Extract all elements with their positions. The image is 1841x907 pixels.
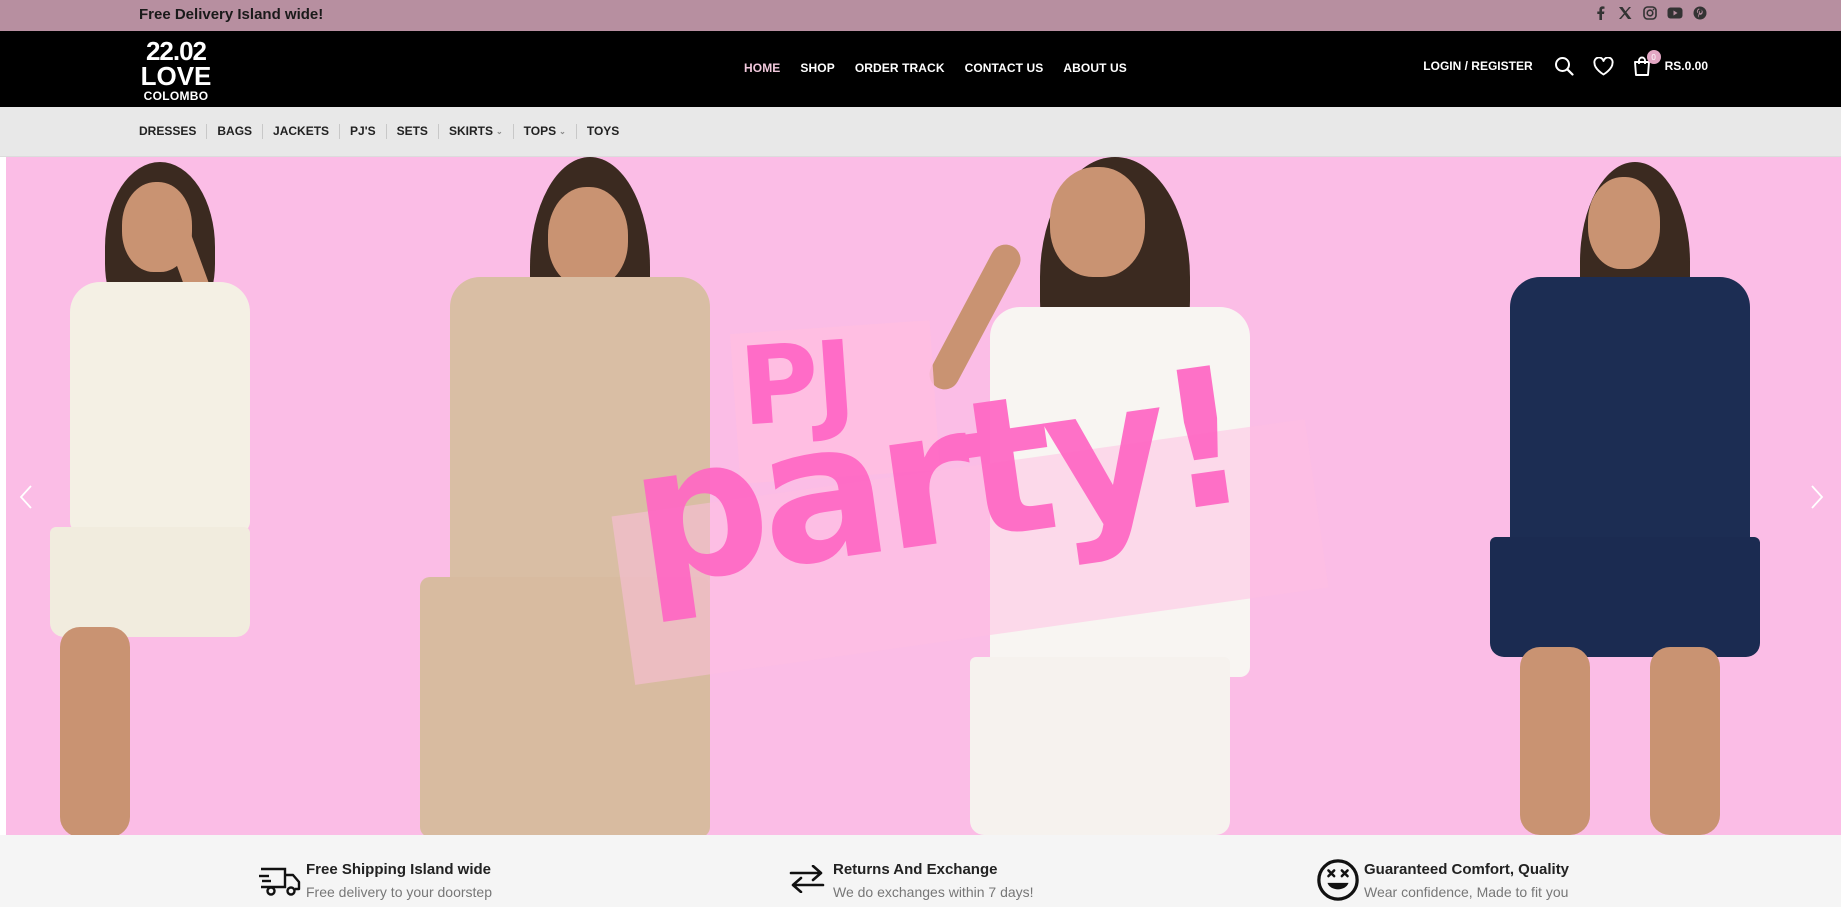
category-label: BAGS bbox=[217, 124, 253, 138]
category-label: DRESSES bbox=[139, 124, 197, 138]
nav-shop[interactable]: SHOP bbox=[800, 61, 834, 75]
x-icon[interactable] bbox=[1617, 5, 1633, 21]
slider-next-arrow[interactable] bbox=[1805, 482, 1829, 512]
main-navigation: HOME SHOP ORDER TRACK CONTACT US ABOUT U… bbox=[744, 61, 1127, 75]
category-bar: DRESSES BAGS JACKETS PJ'S SETS SKIRTS ⌄ T… bbox=[0, 107, 1841, 157]
feature-free-shipping: Free Shipping Island wide Free delivery … bbox=[258, 861, 492, 907]
category-label: SETS bbox=[396, 124, 428, 138]
feature-guaranteed-comfort: Guaranteed Comfort, Quality Wear confide… bbox=[1316, 859, 1570, 901]
chevron-down-icon: ⌄ bbox=[559, 127, 566, 136]
pinterest-icon[interactable] bbox=[1692, 5, 1708, 21]
search-icon[interactable] bbox=[1553, 55, 1575, 77]
nav-order-track[interactable]: ORDER TRACK bbox=[855, 61, 945, 75]
exchange-arrows-icon bbox=[785, 865, 829, 907]
feature-desc: We do exchanges within 7 days! bbox=[833, 884, 1034, 900]
cart-button[interactable]: 0 RS.0.00 bbox=[1633, 50, 1708, 76]
slider-edge bbox=[0, 157, 6, 835]
category-label: JACKETS bbox=[273, 124, 330, 138]
chevron-down-icon: ⌄ bbox=[495, 127, 503, 136]
category-jackets[interactable]: JACKETS bbox=[262, 124, 339, 139]
feature-title: Returns And Exchange bbox=[833, 861, 998, 878]
category-skirts[interactable]: SKIRTS ⌄ bbox=[437, 124, 513, 139]
feature-desc: Free delivery to your doorstep bbox=[306, 884, 492, 900]
category-toys[interactable]: TOYS bbox=[575, 124, 629, 139]
delivery-truck-icon bbox=[258, 865, 302, 907]
feature-desc: Wear confidence, Made to fit you bbox=[1364, 884, 1569, 900]
cart-total: RS.0.00 bbox=[1664, 59, 1708, 73]
facebook-icon[interactable] bbox=[1592, 5, 1608, 21]
hero-model-4 bbox=[1470, 157, 1770, 835]
login-register-link[interactable]: LOGIN / REGISTER bbox=[1423, 59, 1532, 73]
wishlist-heart-icon[interactable] bbox=[1593, 55, 1615, 77]
hero-model-1 bbox=[30, 157, 260, 835]
category-label: SKIRTS bbox=[448, 124, 493, 138]
social-links bbox=[1592, 5, 1708, 21]
main-header: 22.02 LOVE COLOMBO HOME SHOP ORDER TRACK… bbox=[0, 31, 1841, 107]
free-delivery-promo: Free Delivery Island wide! bbox=[139, 6, 324, 23]
nav-contact-us[interactable]: CONTACT US bbox=[965, 61, 1044, 75]
slider-prev-arrow[interactable] bbox=[14, 482, 38, 512]
category-list: DRESSES BAGS JACKETS PJ'S SETS SKIRTS ⌄ T… bbox=[139, 124, 629, 139]
category-label: PJ'S bbox=[350, 124, 376, 138]
nav-home[interactable]: HOME bbox=[744, 61, 780, 75]
hero-slider[interactable]: PJ party! bbox=[0, 157, 1841, 835]
category-tops[interactable]: TOPS ⌄ bbox=[512, 124, 576, 139]
top-announcement-bar: Free Delivery Island wide! bbox=[0, 0, 1841, 31]
smiley-face-icon bbox=[1316, 857, 1360, 901]
category-bags[interactable]: BAGS bbox=[206, 124, 262, 139]
cart-count-badge: 0 bbox=[1646, 50, 1661, 64]
feature-returns-exchange: Returns And Exchange We do exchanges wit… bbox=[785, 861, 1034, 907]
category-sets[interactable]: SETS bbox=[385, 124, 438, 139]
feature-title: Free Shipping Island wide bbox=[306, 861, 492, 878]
youtube-icon[interactable] bbox=[1667, 5, 1683, 21]
header-actions: LOGIN / REGISTER 0 RS.0.00 bbox=[1423, 50, 1708, 80]
logo-line-3: COLOMBO bbox=[143, 89, 209, 103]
category-dresses[interactable]: DRESSES bbox=[139, 124, 206, 139]
category-label: TOYS bbox=[586, 124, 620, 138]
category-pjs[interactable]: PJ'S bbox=[339, 124, 386, 139]
category-label: TOPS bbox=[523, 124, 557, 138]
site-logo[interactable]: 22.02 LOVE COLOMBO bbox=[140, 38, 212, 102]
feature-title: Guaranteed Comfort, Quality bbox=[1364, 861, 1570, 878]
logo-line-2: LOVE bbox=[140, 61, 212, 91]
features-strip: Free Shipping Island wide Free delivery … bbox=[0, 835, 1841, 907]
instagram-icon[interactable] bbox=[1642, 5, 1658, 21]
nav-about-us[interactable]: ABOUT US bbox=[1063, 61, 1126, 75]
